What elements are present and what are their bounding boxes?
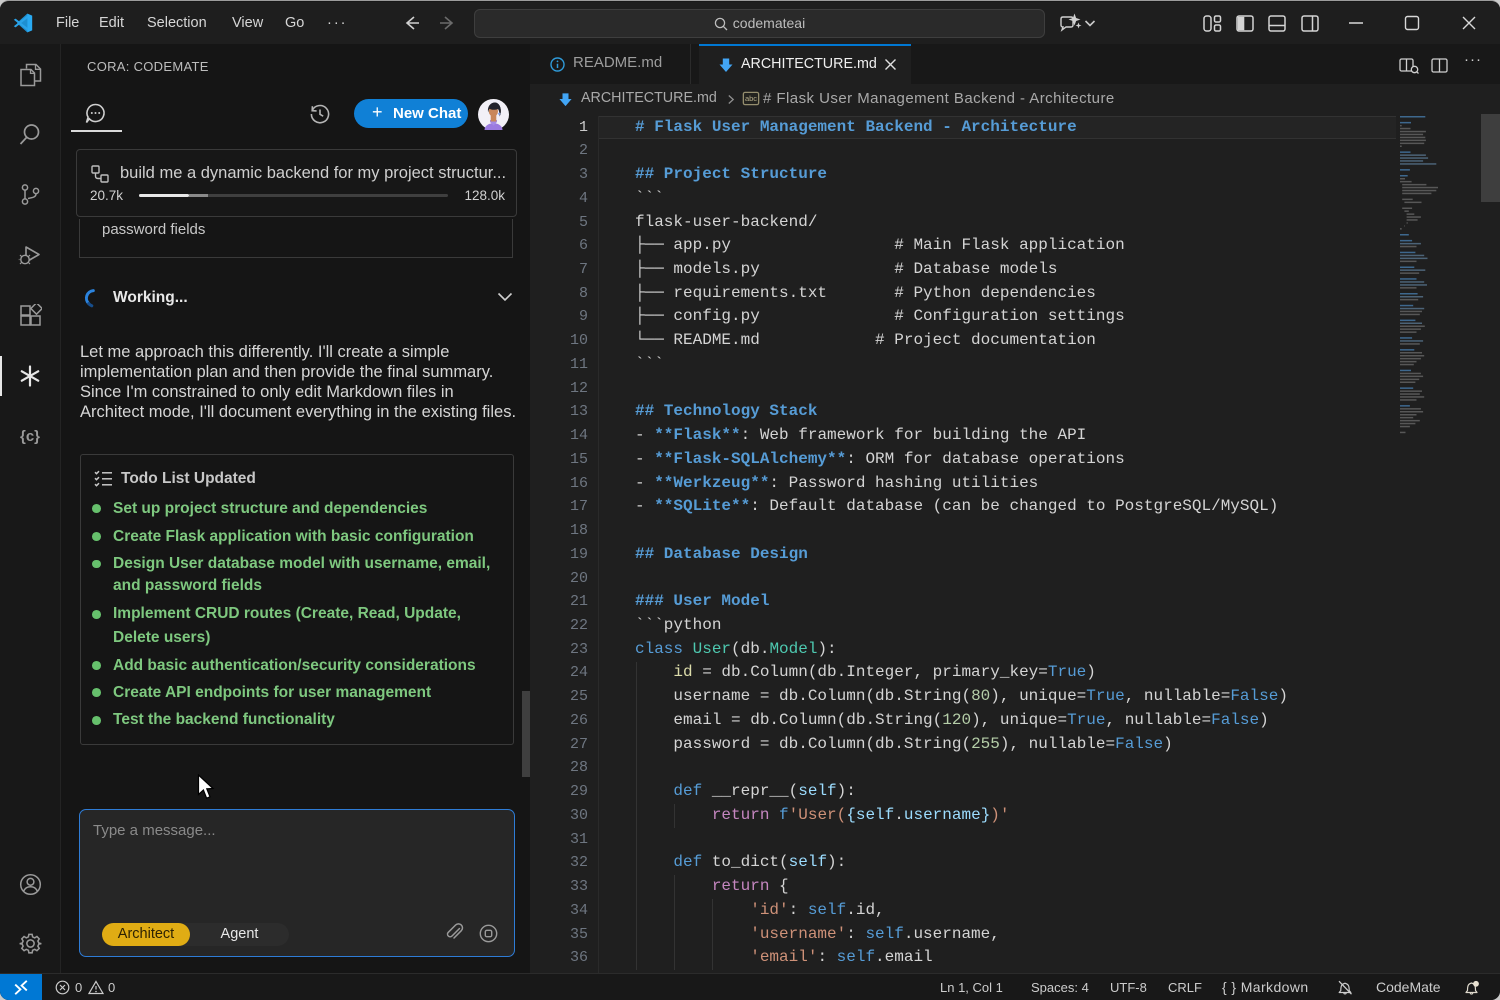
svg-text:abc: abc	[745, 94, 757, 103]
